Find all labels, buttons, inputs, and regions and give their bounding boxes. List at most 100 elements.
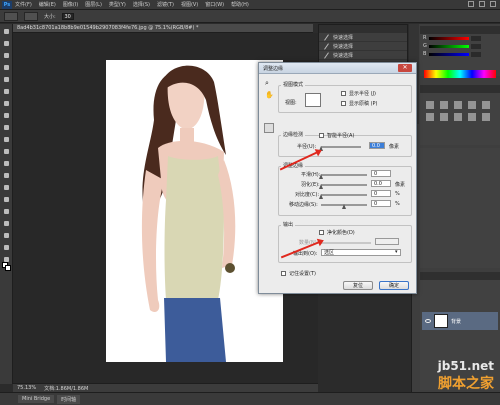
zoom-tool-icon[interactable]: ⌕ [265, 79, 269, 88]
menu-image[interactable]: 图像(I) [63, 1, 78, 8]
dialog-close-button[interactable]: ✕ [398, 64, 412, 72]
contrast-input[interactable]: 0 [371, 190, 391, 197]
brightness-icon[interactable] [426, 101, 434, 109]
remember-settings-checkbox[interactable] [281, 271, 286, 276]
gradient-tool-icon[interactable] [2, 159, 11, 168]
quick-select-brush-icon [323, 43, 329, 49]
feather-unit: 像素 [395, 182, 406, 188]
amount-input[interactable] [375, 238, 399, 245]
blue-slider[interactable]: B [420, 50, 500, 58]
mini-bridge-tab[interactable]: Mini Bridge [18, 395, 55, 403]
hue-saturation-icon[interactable] [426, 113, 434, 121]
history-item[interactable]: 快速选择 [319, 42, 407, 51]
amount-slider-track[interactable] [321, 242, 371, 244]
reset-button[interactable]: 复位 [343, 281, 373, 290]
history-item[interactable]: 快速选择 [319, 51, 407, 60]
hand-tool-icon[interactable] [2, 243, 11, 252]
menu-file[interactable]: 文件(F) [15, 1, 32, 8]
dodge-tool-icon[interactable] [2, 183, 11, 192]
shape-tool-icon[interactable] [2, 231, 11, 240]
history-brush-tool-icon[interactable] [2, 135, 11, 144]
hand-tool-icon[interactable]: ✋ [265, 91, 274, 99]
color-balance-icon[interactable] [440, 113, 448, 121]
adjustments-panel-tab[interactable] [420, 85, 500, 93]
ok-button[interactable]: 确定 [379, 281, 409, 290]
levels-icon[interactable] [440, 101, 448, 109]
blur-tool-icon[interactable] [2, 171, 11, 180]
channel-mixer-icon[interactable] [482, 113, 490, 121]
bottom-panel-tabs: Mini Bridge 时间轴 [0, 392, 500, 405]
dialog-titlebar[interactable]: 调整边缘 [259, 63, 416, 74]
smooth-input[interactable]: 0 [371, 170, 391, 177]
color-spectrum-ramp[interactable] [424, 70, 496, 78]
menu-filter[interactable]: 滤镜(T) [157, 1, 174, 8]
close-icon[interactable] [490, 1, 496, 7]
output-to-select[interactable]: 选区 [321, 249, 401, 256]
radius-slider-track[interactable] [321, 146, 361, 148]
layers-panel-tab[interactable] [420, 272, 500, 280]
quick-select-tool-icon[interactable] [2, 63, 11, 72]
lasso-tool-icon[interactable] [2, 51, 11, 60]
feather-label: 羽化(E): [301, 182, 320, 188]
history-item[interactable]: 快速选择 [319, 33, 407, 42]
brush-tool-icon[interactable] [2, 111, 11, 120]
marquee-tool-icon[interactable] [2, 39, 11, 48]
zoom-level[interactable]: 75.13% [17, 385, 36, 391]
decontaminate-checkbox[interactable] [319, 230, 324, 235]
smooth-slider-track[interactable] [321, 174, 367, 176]
show-radius-label: 显示半径 (J) [349, 91, 376, 97]
menu-help[interactable]: 帮助(H) [231, 1, 249, 8]
show-radius-checkbox[interactable] [341, 91, 346, 96]
photo-filter-icon[interactable] [468, 113, 476, 121]
maximize-icon[interactable] [479, 1, 485, 7]
size-input[interactable]: 30 [61, 12, 74, 20]
visibility-eye-icon[interactable] [425, 319, 431, 323]
crop-tool-icon[interactable] [2, 75, 11, 84]
red-slider[interactable]: R [420, 34, 500, 42]
exposure-icon[interactable] [468, 101, 476, 109]
photo-canvas[interactable] [106, 60, 283, 362]
view-mode-label: 视图模式 [281, 81, 306, 88]
move-tool-icon[interactable] [2, 27, 11, 36]
smart-radius-checkbox[interactable] [319, 133, 324, 138]
contrast-label: 对比度(C): [295, 192, 320, 198]
tool-preset-picker[interactable] [4, 11, 18, 21]
eyedropper-tool-icon[interactable] [2, 87, 11, 96]
history-panel-tab[interactable] [319, 25, 407, 33]
background-color-swatch[interactable] [5, 265, 11, 271]
history-item-label: 快速选择 [333, 52, 354, 59]
minimize-icon[interactable] [468, 1, 474, 7]
curves-icon[interactable] [454, 101, 462, 109]
shift-edge-label: 移动边缘(S): [289, 202, 318, 208]
radius-input[interactable]: 0.0 [369, 142, 385, 149]
menu-window[interactable]: 窗口(W) [205, 1, 224, 8]
type-tool-icon[interactable] [2, 207, 11, 216]
view-mode-picker[interactable] [305, 93, 321, 107]
path-select-tool-icon[interactable] [2, 219, 11, 228]
menu-select[interactable]: 选择(S) [133, 1, 150, 8]
menu-view[interactable]: 视图(V) [181, 1, 198, 8]
stamp-tool-icon[interactable] [2, 123, 11, 132]
menu-type[interactable]: 类型(Y) [109, 1, 126, 8]
feather-input[interactable]: 0.0 [371, 180, 391, 187]
menu-edit[interactable]: 编辑(E) [39, 1, 56, 8]
green-slider[interactable]: G [420, 42, 500, 50]
refine-radius-tool-icon[interactable] [264, 123, 274, 133]
pen-tool-icon[interactable] [2, 195, 11, 204]
menu-layer[interactable]: 图层(L) [85, 1, 102, 8]
timeline-tab[interactable]: 时间轴 [57, 394, 81, 404]
show-original-checkbox[interactable] [341, 101, 346, 106]
eraser-tool-icon[interactable] [2, 147, 11, 156]
window-controls [468, 1, 496, 7]
layer-row-background[interactable]: 背景 [422, 312, 498, 330]
black-white-icon[interactable] [454, 113, 462, 121]
selection-mode-buttons[interactable] [24, 11, 38, 21]
document-tab[interactable]: 8ad4b31c8701a18b8b9e01549b2907083f4fe76.… [13, 24, 313, 33]
vibrance-icon[interactable] [482, 101, 490, 109]
shift-edge-input[interactable]: 0 [371, 200, 391, 207]
healing-tool-icon[interactable] [2, 99, 11, 108]
feather-slider-track[interactable] [321, 184, 367, 186]
color-panel-tab[interactable] [420, 26, 500, 34]
contrast-slider-track[interactable] [321, 194, 367, 196]
size-label: 大小: [44, 13, 56, 20]
